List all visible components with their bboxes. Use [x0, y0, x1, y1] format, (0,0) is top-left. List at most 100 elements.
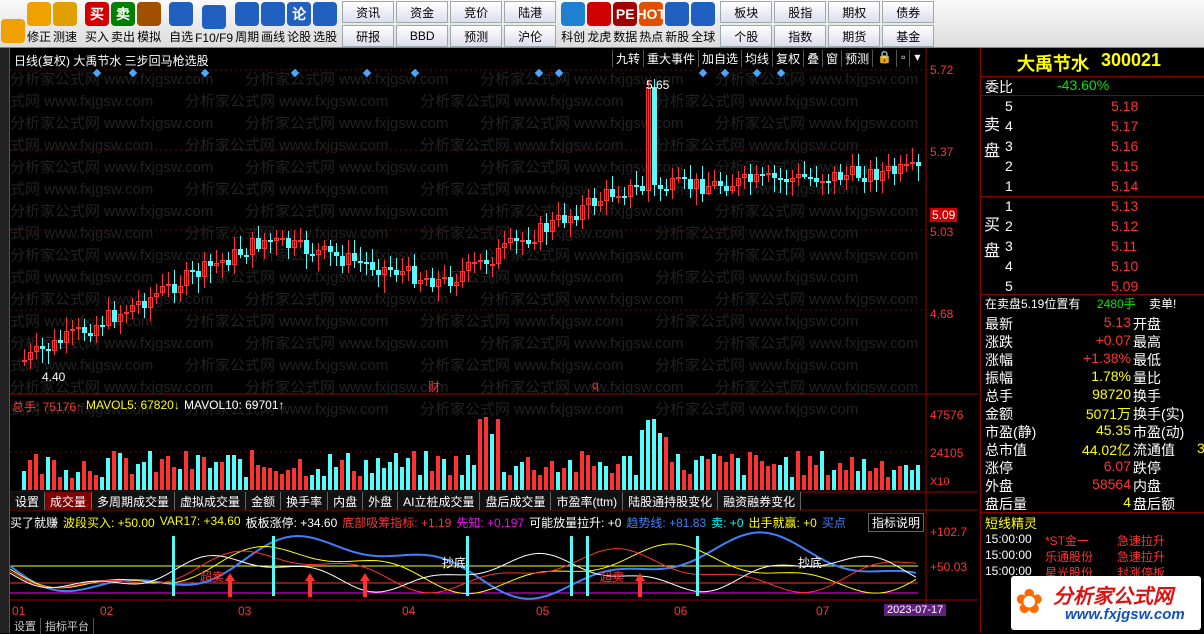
toolbar-grid2-button[interactable]: 个股: [720, 25, 773, 47]
chart-toolbar-button[interactable]: 加自选: [698, 50, 741, 67]
indicator-tab[interactable]: 多周期成交量: [92, 492, 176, 510]
toolbar-f10-button[interactable]: F10/F9: [194, 0, 234, 48]
candle-body: [868, 168, 873, 183]
watermark-text: 分析家公式网 www.fxjgsw.com: [420, 181, 624, 198]
toolbar-dragon-tiger-button[interactable]: 龙虎: [586, 0, 612, 48]
indicator-tab[interactable]: 成交量: [45, 492, 93, 510]
indicator-tab[interactable]: 虚拟成交量: [175, 492, 247, 510]
toolbar-grid-button[interactable]: 陆港: [504, 1, 557, 23]
indicator-tab[interactable]: 陆股通持股变化: [623, 492, 719, 510]
toolbar-hammer-button[interactable]: 模拟: [136, 0, 162, 48]
indicator-tab[interactable]: 盘后成交量: [480, 492, 552, 510]
lock-icon[interactable]: 🔒: [872, 50, 896, 67]
volume-bar: [832, 469, 836, 490]
volume-bar: [52, 459, 56, 490]
toolbar-grid2-button[interactable]: 板块: [720, 1, 773, 23]
chart-area[interactable]: 分析家公式网 www.fxjgsw.com 分析家公式网 www.fxjgsw.c…: [0, 48, 978, 634]
toolbar-discuss-button[interactable]: 论论股: [286, 0, 312, 48]
candle-body: [112, 310, 117, 322]
toolbar-grid-button[interactable]: 资讯: [342, 1, 395, 23]
site-logo: ✿ 分析家公式网 www.fxjgsw.com: [1011, 576, 1201, 630]
watermark-text: 分析家公式网 www.fxjgsw.com: [10, 115, 214, 132]
toolbar-kechuang-button[interactable]: 科创: [560, 0, 586, 48]
toolbar-grid-button[interactable]: BBD: [396, 25, 449, 47]
toolbar-grid-button[interactable]: 资金: [396, 1, 449, 23]
candle-body: [352, 252, 357, 261]
stat-label: 盘后量: [985, 496, 1027, 512]
candle-body: [274, 237, 279, 242]
stat-label: 金额: [985, 406, 1013, 422]
toolbar-select-stock-button[interactable]: 选股: [312, 0, 338, 48]
candle-body: [520, 240, 525, 243]
indicator-tab[interactable]: 市盈率(ttm): [551, 492, 624, 510]
toolbar-grid-button[interactable]: 竞价: [450, 1, 503, 23]
toolbar-grid2-button[interactable]: 期货: [828, 25, 881, 47]
quote-stat-row: 振幅 1.78% 量比: [981, 368, 1204, 386]
toolbar-buy-button[interactable]: 买买入: [84, 0, 110, 48]
candle-body: [730, 186, 735, 192]
volume-bar: [904, 464, 908, 490]
toolbar-grid-button[interactable]: 沪伦: [504, 25, 557, 47]
event-mark-finance[interactable]: 财: [428, 378, 440, 395]
toolbar-back-arrow-button[interactable]: [0, 0, 26, 48]
candle-body: [460, 270, 465, 282]
weibi-label: 委比: [985, 79, 1013, 95]
candle-body: [772, 173, 777, 179]
window-icon[interactable]: ▫: [896, 50, 909, 67]
candle-wick: [666, 178, 667, 196]
toolbar-cycle-button[interactable]: 周期: [234, 0, 260, 48]
chart-toolbar-button[interactable]: 九转: [612, 50, 643, 67]
toolbar-label: 科创: [561, 30, 586, 44]
bottom-tab[interactable]: 设置: [10, 618, 41, 634]
toolbar-grid2-button[interactable]: 基金: [882, 25, 935, 47]
toolbar-pencil-button[interactable]: 画线: [260, 0, 286, 48]
toolbar-star-button[interactable]: 自选: [168, 0, 194, 48]
indicator-tab[interactable]: AI立桩成交量: [398, 492, 481, 510]
candle-body: [832, 172, 837, 181]
ask-level: 5: [1005, 98, 1013, 114]
toolbar-grid-button[interactable]: 预测: [450, 25, 503, 47]
toolbar-grid2-button[interactable]: 指数: [774, 25, 827, 47]
indicator-tab[interactable]: 金额: [246, 492, 282, 510]
candle-body: [712, 180, 717, 186]
indicator-legend-item: 先知: +0.197: [456, 516, 525, 530]
book-divider: [981, 196, 1204, 197]
volume-bar: [814, 464, 818, 490]
toolbar-new-stock-button[interactable]: 新股: [664, 0, 690, 48]
chart-toolbar-button[interactable]: 预测: [841, 50, 872, 67]
indicator-tab[interactable]: 内盘: [328, 492, 364, 510]
volume-bar: [460, 474, 464, 490]
toolbar-grid-button[interactable]: 研报: [342, 25, 395, 47]
watermark-text: 分析家公式网 www.fxjgsw.com: [480, 379, 684, 396]
chart-toolbar-button[interactable]: 均线: [741, 50, 772, 67]
toolbar-sell-button[interactable]: 卖卖出: [110, 0, 136, 48]
indicator-tab[interactable]: 融资融券变化: [718, 492, 802, 510]
indicator-tab[interactable]: 外盘: [363, 492, 399, 510]
toolbar-up-down-arrow-button[interactable]: 修正: [26, 0, 52, 48]
bottom-tab[interactable]: 指标平台: [41, 618, 94, 634]
chart-toolbar-button[interactable]: 重大事件: [643, 50, 698, 67]
toolbar-speed-button[interactable]: 测速: [52, 0, 78, 48]
chart-toolbar-button[interactable]: 复权: [772, 50, 803, 67]
stat-label: 开盘: [1133, 316, 1161, 332]
toolbar-hot-button[interactable]: HOT 热点: [636, 0, 666, 48]
event-mark-q[interactable]: q: [592, 378, 599, 392]
candle-body: [910, 161, 915, 164]
indicator-tab[interactable]: 设置: [10, 492, 46, 510]
candle-body: [610, 189, 615, 197]
candle-body: [172, 283, 177, 294]
dropdown-icon[interactable]: ▾: [909, 50, 924, 67]
toolbar-grid2-button[interactable]: 股指: [774, 1, 827, 23]
volume-bar: [748, 452, 752, 490]
toolbar-pe-data-button[interactable]: PE 数据: [612, 0, 638, 48]
chart-toolbar-button[interactable]: 叠: [803, 50, 822, 67]
indicator-help-button[interactable]: 指标说明: [868, 513, 925, 532]
watermark-text: 分析家公式网 www.fxjgsw.com: [10, 247, 214, 264]
volume-bar: [670, 461, 674, 490]
indicator-tab[interactable]: 换手率: [281, 492, 329, 510]
toolbar-globe-button[interactable]: 全球: [690, 0, 716, 48]
discuss-icon: 论: [287, 2, 312, 26]
toolbar-grid2-button[interactable]: 债券: [882, 1, 935, 23]
chart-toolbar-button[interactable]: 窗: [822, 50, 841, 67]
toolbar-grid2-button[interactable]: 期权: [828, 1, 881, 23]
